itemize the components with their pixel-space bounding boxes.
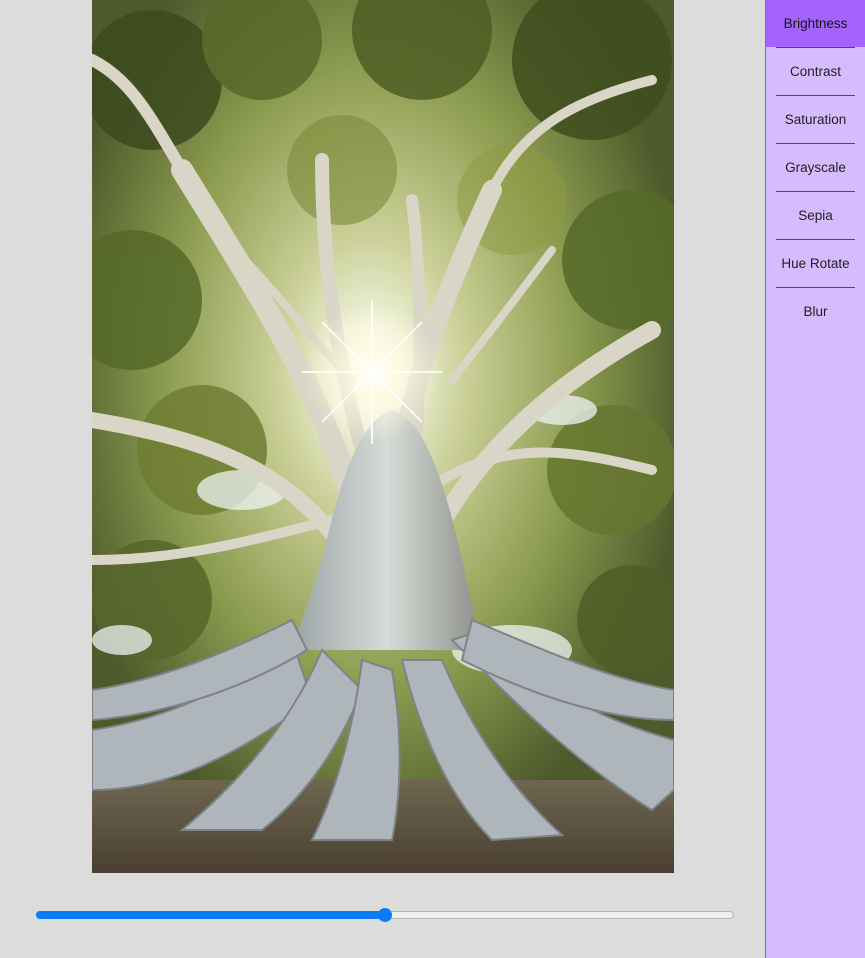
preview-image [92, 0, 674, 873]
filter-item-label: Blur [803, 304, 828, 319]
filter-item-brightness[interactable]: Brightness [766, 0, 865, 47]
filter-item-label: Hue Rotate [781, 256, 850, 271]
slider-thumb[interactable] [378, 908, 392, 922]
filter-item-label: Saturation [784, 112, 847, 127]
filter-item-grayscale[interactable]: Grayscale [766, 144, 865, 191]
filter-item-hue-rotate[interactable]: Hue Rotate [766, 240, 865, 287]
filter-item-contrast[interactable]: Contrast [766, 48, 865, 95]
filter-item-label: Sepia [798, 208, 833, 223]
filter-sidebar: Brightness Contrast Saturation Grayscale… [765, 0, 865, 958]
main-area [0, 0, 765, 958]
slider-fill [36, 911, 385, 919]
brightness-slider[interactable] [36, 905, 734, 925]
image-editor-app: Brightness Contrast Saturation Grayscale… [0, 0, 865, 958]
filter-item-saturation[interactable]: Saturation [766, 96, 865, 143]
filter-item-blur[interactable]: Blur [766, 288, 865, 335]
filter-item-sepia[interactable]: Sepia [766, 192, 865, 239]
filter-item-label: Brightness [783, 16, 848, 31]
filter-item-label: Contrast [789, 64, 842, 79]
filter-item-label: Grayscale [785, 160, 846, 175]
